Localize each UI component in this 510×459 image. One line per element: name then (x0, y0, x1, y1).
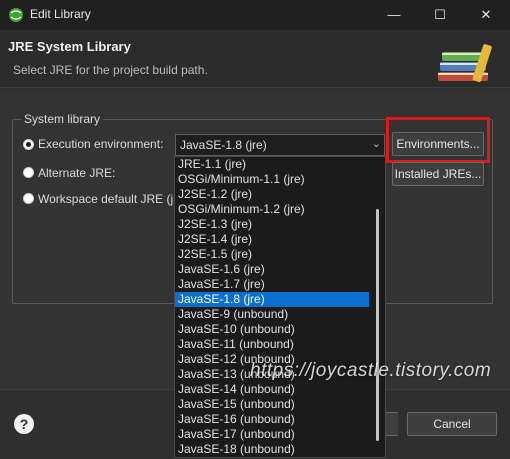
watermark-text: https://joycastle.tistory.com (250, 360, 492, 381)
installed-jres-button[interactable]: Installed JREs... (392, 162, 484, 186)
page-title: JRE System Library (8, 39, 131, 54)
chevron-down-icon[interactable]: ⌄ (372, 137, 381, 150)
title-bar: Edit Library — ☐ ✕ (0, 0, 510, 30)
dropdown-item[interactable]: JavaSE-11 (unbound) (175, 337, 369, 352)
cancel-button[interactable]: Cancel (407, 412, 497, 436)
dropdown-item[interactable]: JavaSE-1.8 (jre) (175, 292, 369, 307)
wizard-header: JRE System Library Select JRE for the pr… (0, 30, 510, 88)
dropdown-item[interactable]: JavaSE-1.7 (jre) (175, 277, 369, 292)
dropdown-item[interactable]: J2SE-1.3 (jre) (175, 217, 369, 232)
dropdown-item[interactable]: J2SE-1.2 (jre) (175, 187, 369, 202)
execution-environment-combo[interactable]: JavaSE-1.8 (jre) ⌄ (175, 134, 385, 156)
alternate-jre-label: Alternate JRE: (38, 166, 116, 180)
dropdown-item[interactable]: JavaSE-18 (unbound) (175, 442, 369, 457)
dropdown-item[interactable]: JavaSE-14 (unbound) (175, 382, 369, 397)
execution-environment-dropdown[interactable]: JRE-1.1 (jre) OSGi/Minimum-1.1 (jre) J2SE-… (174, 156, 386, 458)
workspace-default-radio[interactable] (23, 193, 34, 204)
alternate-jre-radio[interactable] (23, 167, 34, 178)
close-button[interactable]: ✕ (463, 0, 509, 30)
page-description: Select JRE for the project build path. (13, 63, 208, 77)
dropdown-item[interactable]: J2SE-1.4 (jre) (175, 232, 369, 247)
maximize-button[interactable]: ☐ (417, 0, 463, 30)
system-library-legend: System library (21, 112, 104, 126)
dropdown-item[interactable]: JavaSE-16 (unbound) (175, 412, 369, 427)
dropdown-item[interactable]: JavaSE-1.6 (jre) (175, 262, 369, 277)
dropdown-item[interactable]: JRE-1.1 (jre) (175, 157, 369, 172)
dropdown-item[interactable]: OSGi/Minimum-1.1 (jre) (175, 172, 369, 187)
library-books-icon (438, 44, 492, 83)
dropdown-item[interactable]: OSGi/Minimum-1.2 (jre) (175, 202, 369, 217)
execution-environment-label: Execution environment: (38, 137, 164, 151)
execution-environment-radio[interactable] (23, 139, 34, 150)
dropdown-scrollbar[interactable] (369, 157, 385, 457)
highlight-box (386, 117, 490, 163)
minimize-button[interactable]: — (371, 0, 417, 30)
dropdown-item[interactable]: JavaSE-15 (unbound) (175, 397, 369, 412)
dropdown-item[interactable]: JavaSE-10 (unbound) (175, 322, 369, 337)
window-title: Edit Library (30, 7, 91, 21)
workspace-default-label: Workspace default JRE (jre) (38, 192, 173, 206)
dropdown-items: JRE-1.1 (jre) OSGi/Minimum-1.1 (jre) J2SE-… (175, 157, 385, 457)
help-icon[interactable]: ? (14, 414, 34, 434)
dropdown-item[interactable]: JavaSE-9 (unbound) (175, 307, 369, 322)
scrollbar-thumb[interactable] (376, 209, 379, 441)
combo-value: JavaSE-1.8 (jre) (180, 138, 267, 152)
eclipse-icon (9, 8, 23, 22)
dropdown-item[interactable]: JavaSE-17 (unbound) (175, 427, 369, 442)
dropdown-item[interactable]: J2SE-1.5 (jre) (175, 247, 369, 262)
